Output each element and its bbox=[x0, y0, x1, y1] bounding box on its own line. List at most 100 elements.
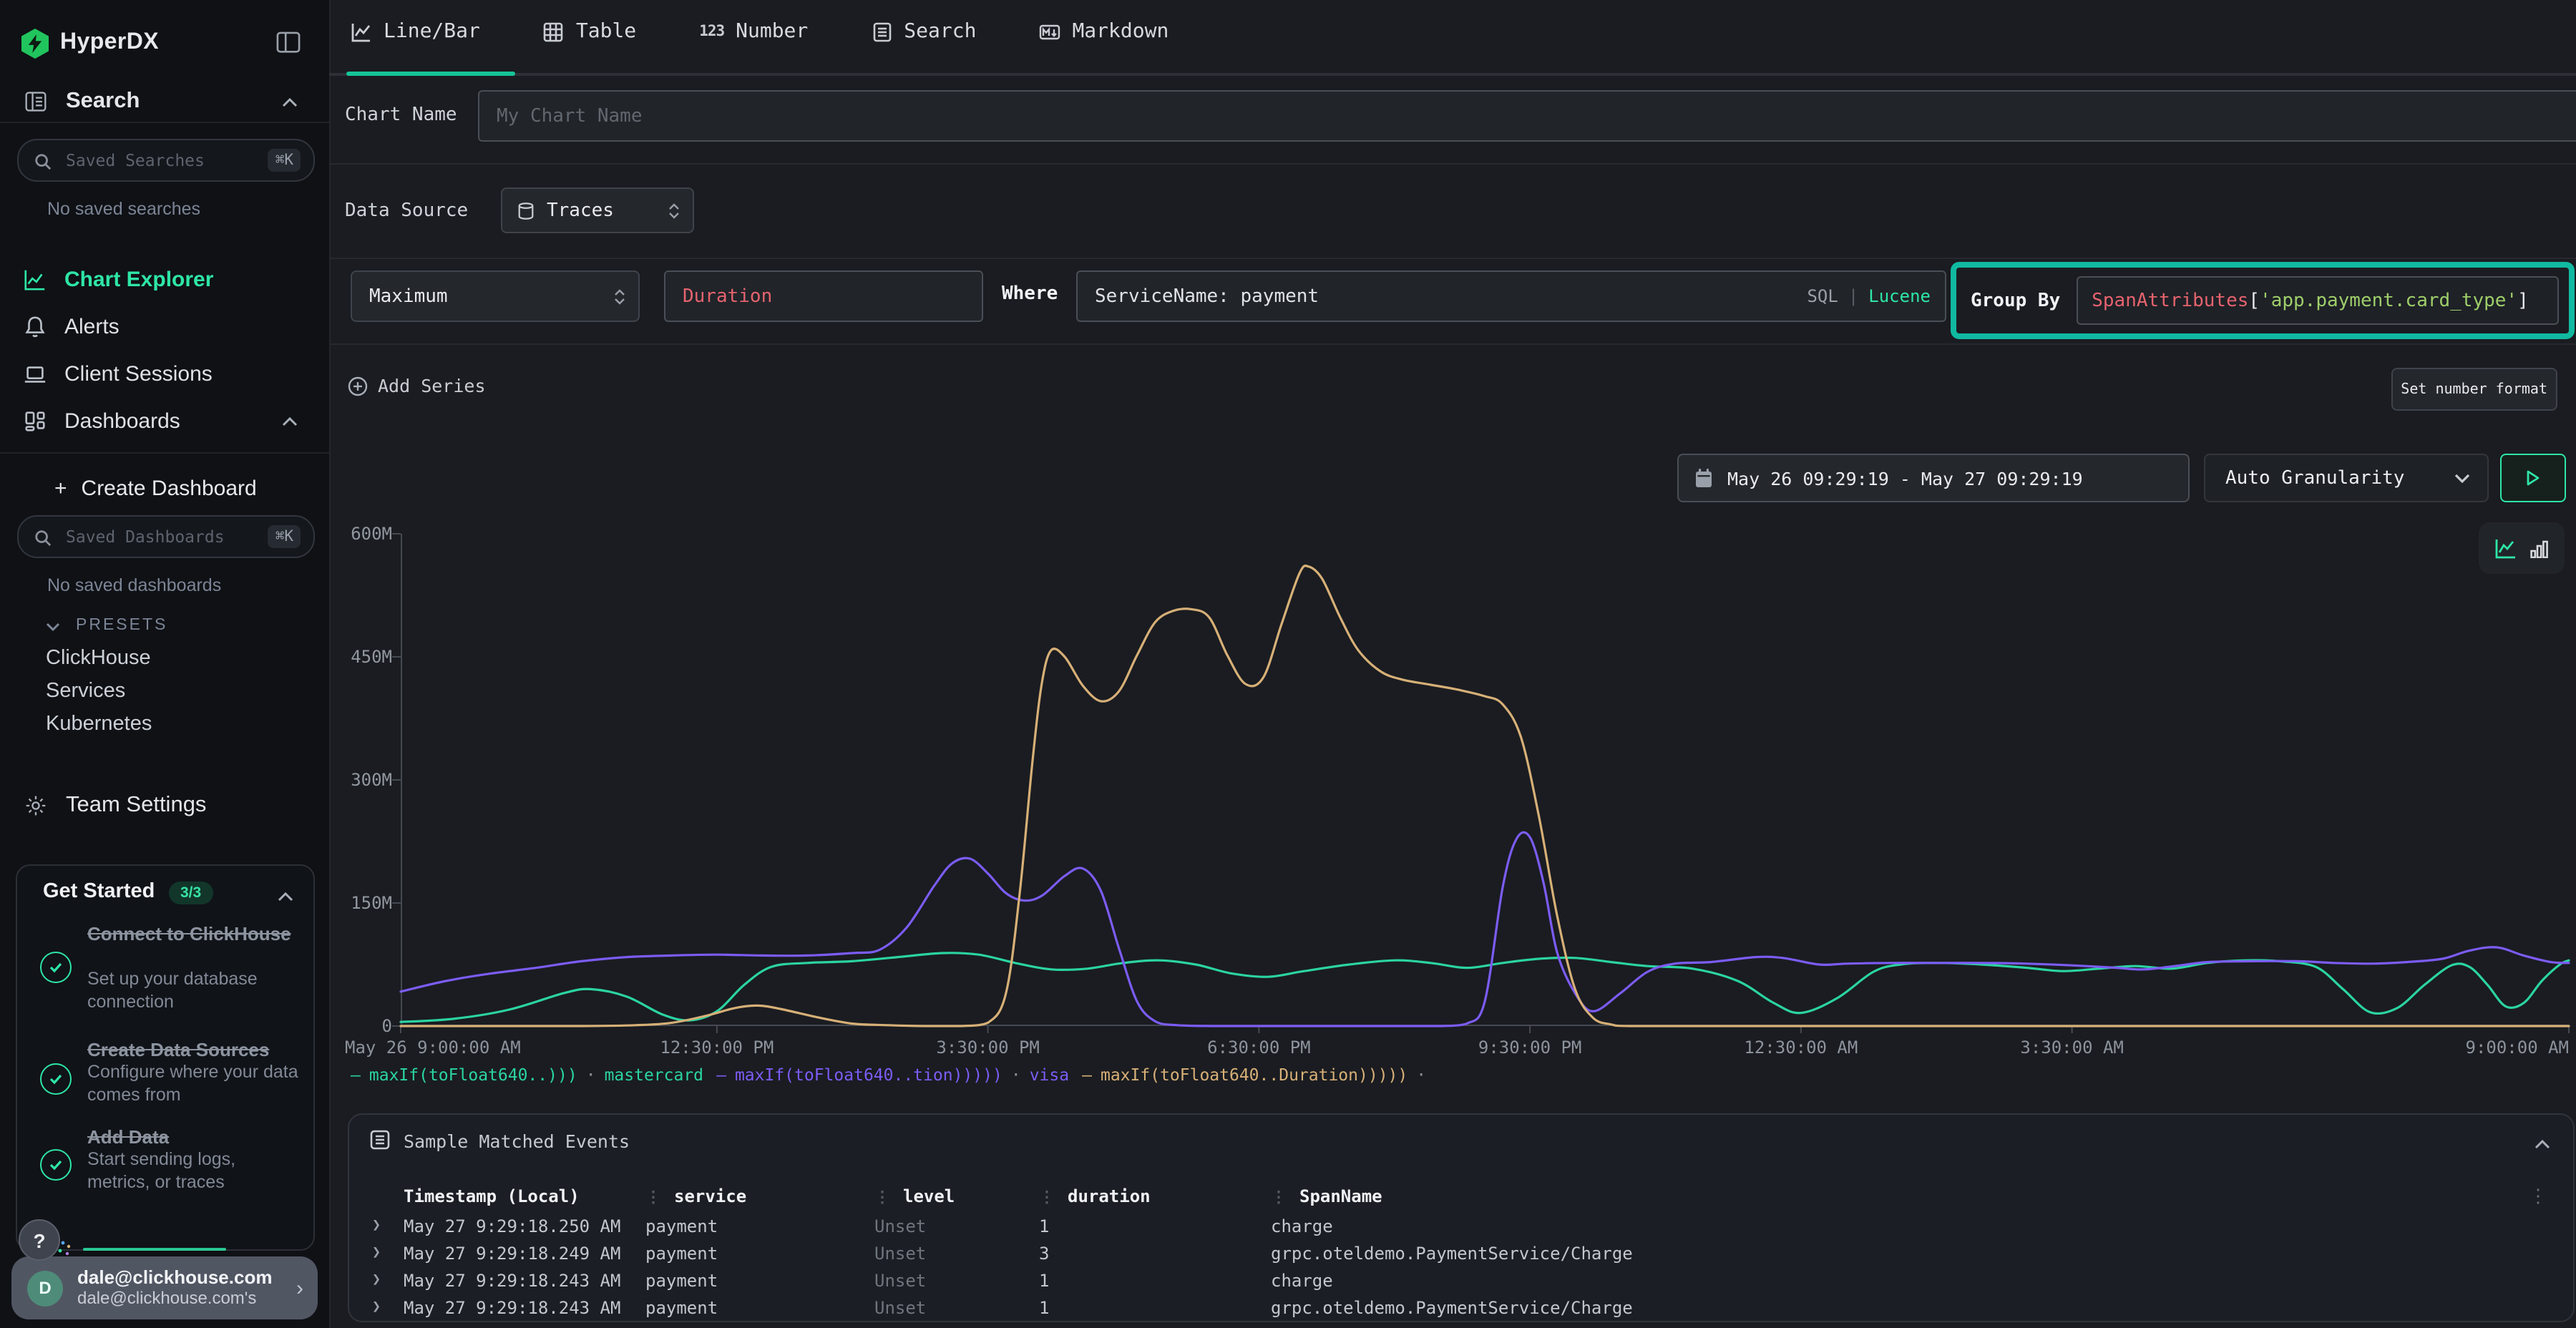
data-source-select[interactable]: Traces bbox=[501, 187, 694, 233]
sidebar-item-dashboards[interactable]: Dashboards bbox=[0, 405, 329, 436]
column-header-timestamp[interactable]: Timestamp (Local) bbox=[404, 1186, 645, 1206]
add-series-button[interactable]: Add Series bbox=[348, 375, 486, 396]
granularity-select[interactable]: Auto Granularity bbox=[2204, 454, 2489, 502]
x-axis-tick-label: 3:30:00 AM bbox=[2020, 1038, 2124, 1058]
date-range-picker[interactable]: May 26 09:29:19 - May 27 09:29:19 bbox=[1677, 454, 2190, 502]
add-series-label: Add Series bbox=[378, 375, 486, 396]
table-row[interactable]: ❯ May 27 9:29:18.243 AM payment Unset 1 … bbox=[349, 1266, 2539, 1294]
sample-matched-events-panel: Sample Matched Events ⋮ Timestamp (Local… bbox=[348, 1113, 2575, 1322]
tab-number[interactable]: 123 Number bbox=[699, 20, 808, 43]
bracket-close: ] bbox=[2517, 290, 2529, 311]
lucene-toggle[interactable]: Lucene bbox=[1868, 286, 1931, 306]
chart-name-input[interactable] bbox=[478, 90, 2576, 142]
get-started-item[interactable]: Connect to ClickHouse Set up your databa… bbox=[17, 917, 313, 1043]
chart-controls-row: May 26 09:29:19 - May 27 09:29:19 Auto G… bbox=[329, 454, 2576, 502]
row-expand-icon[interactable]: ❯ bbox=[349, 1245, 404, 1261]
preset-clickhouse[interactable]: ClickHouse bbox=[46, 647, 151, 670]
sidebar-item-alerts[interactable]: Alerts bbox=[0, 311, 329, 342]
chevron-right-icon: › bbox=[296, 1276, 303, 1300]
chevron-up-icon[interactable] bbox=[282, 89, 298, 114]
timeseries-chart[interactable]: 0150M300M450M600M May 26 9:00:00 AM12:30… bbox=[329, 534, 2576, 1078]
column-header-level[interactable]: ⋮level bbox=[874, 1186, 1039, 1206]
group-by-input[interactable]: SpanAttributes['app.payment.card_type'] bbox=[2076, 276, 2559, 325]
legend-item-mastercard[interactable]: — maxIf(toFloat640..))) · mastercard bbox=[351, 1065, 703, 1085]
table-row[interactable]: ❯ May 27 9:29:18.243 AM payment Unset 1 … bbox=[349, 1294, 2539, 1321]
sidebar-item-chart-explorer[interactable]: Chart Explorer bbox=[0, 263, 329, 295]
granularity-value: Auto Granularity bbox=[2225, 467, 2404, 489]
tab-search[interactable]: Search bbox=[871, 20, 976, 43]
help-button[interactable]: ? bbox=[19, 1219, 60, 1261]
column-grip-icon[interactable]: ⋮ bbox=[1039, 1188, 1055, 1206]
column-grip-icon[interactable]: ⋮ bbox=[1271, 1188, 1287, 1206]
sidebar: HyperDX Search ⌘K No saved searches bbox=[0, 0, 331, 1328]
user-menu[interactable]: D dale@clickhouse.com dale@clickhouse.co… bbox=[11, 1256, 318, 1319]
sidebar-item-label: Chart Explorer bbox=[64, 267, 213, 291]
chevron-up-icon[interactable] bbox=[282, 408, 298, 434]
legend-separator: · bbox=[1416, 1065, 1426, 1085]
tab-line-bar[interactable]: Line/Bar bbox=[351, 20, 480, 43]
series-row: Maximum Duration Where ServiceName: paym… bbox=[329, 270, 2576, 322]
play-icon bbox=[2526, 469, 2540, 487]
saved-dashboards-search[interactable]: ⌘K bbox=[17, 515, 315, 558]
cell-timestamp: May 27 9:29:18.250 AM bbox=[404, 1216, 645, 1236]
column-header-duration[interactable]: ⋮duration bbox=[1039, 1186, 1271, 1206]
set-number-format-button[interactable]: Set number format bbox=[2391, 368, 2557, 411]
legend-dash: — bbox=[351, 1065, 361, 1085]
y-axis-tick-label: 150M bbox=[329, 893, 392, 913]
get-started-item[interactable]: Create Data Sources Configure where your… bbox=[17, 1046, 313, 1132]
preset-services[interactable]: Services bbox=[46, 680, 125, 703]
add-series-row: Add Series Set number format bbox=[351, 368, 2562, 411]
sidebar-item-team-settings[interactable]: Team Settings bbox=[0, 790, 329, 821]
where-input[interactable]: ServiceName: payment SQL | Lucene bbox=[1076, 270, 1946, 322]
run-query-button[interactable] bbox=[2500, 454, 2566, 502]
cell-duration: 1 bbox=[1039, 1216, 1271, 1236]
get-started-item-title: Connect to ClickHouse bbox=[87, 923, 296, 944]
create-dashboard-button[interactable]: + Create Dashboard bbox=[54, 477, 257, 501]
table-row[interactable]: ❯ May 27 9:29:18.250 AM payment Unset 1 … bbox=[349, 1212, 2539, 1239]
get-started-item-title: Create Data Sources bbox=[87, 1039, 296, 1060]
sidebar-item-client-sessions[interactable]: Client Sessions bbox=[0, 358, 329, 389]
cell-duration: 1 bbox=[1039, 1270, 1271, 1290]
get-started-item[interactable]: Add Data Start sending logs, metrics, or… bbox=[17, 1132, 313, 1218]
column-header-service[interactable]: ⋮service bbox=[645, 1186, 874, 1206]
group-by-highlight: Group By SpanAttributes['app.payment.car… bbox=[1951, 262, 2575, 339]
sidebar-collapse-icon[interactable] bbox=[276, 31, 301, 53]
legend-separator: · bbox=[1011, 1065, 1021, 1085]
screen: HyperDX Search ⌘K No saved searches bbox=[0, 0, 2576, 1328]
tab-table[interactable]: Table bbox=[543, 20, 636, 43]
row-expand-icon[interactable]: ❯ bbox=[349, 1299, 404, 1315]
preset-kubernetes[interactable]: Kubernetes bbox=[46, 713, 152, 736]
events-header[interactable]: Sample Matched Events bbox=[349, 1115, 2573, 1166]
sidebar-section-search[interactable]: Search bbox=[0, 86, 329, 117]
create-dashboard-label: Create Dashboard bbox=[82, 477, 257, 501]
legend-item-unset-group[interactable]: — maxIf(toFloat640..Duration))))) · bbox=[1082, 1065, 1435, 1085]
legend-group: visa bbox=[1030, 1065, 1069, 1085]
tab-markdown[interactable]: Markdown bbox=[1039, 20, 1169, 43]
x-axis-tick-label: 12:30:00 PM bbox=[660, 1038, 774, 1058]
saved-dashboards-input[interactable] bbox=[63, 525, 238, 548]
dashboards-icon bbox=[23, 409, 47, 433]
number-123-icon: 123 bbox=[699, 23, 724, 40]
chevron-up-icon[interactable] bbox=[278, 883, 293, 909]
search-icon bbox=[34, 528, 52, 545]
aggregation-select[interactable]: Maximum bbox=[351, 270, 640, 322]
field-input[interactable]: Duration bbox=[664, 270, 983, 322]
sql-toggle[interactable]: SQL bbox=[1807, 286, 1838, 306]
table-row[interactable]: ❯ May 27 9:29:18.249 AM payment Unset 3 … bbox=[349, 1239, 2539, 1266]
saved-searches-search[interactable]: ⌘K bbox=[17, 139, 315, 182]
data-source-label: Data Source bbox=[345, 200, 468, 222]
query-language-toggle: SQL | Lucene bbox=[1807, 286, 1931, 306]
column-grip-icon[interactable]: ⋮ bbox=[874, 1188, 890, 1206]
chevron-up-icon[interactable] bbox=[2534, 1131, 2550, 1156]
presets-toggle[interactable]: PRESETS bbox=[46, 612, 167, 638]
cell-spanname: grpc.oteldemo.PaymentService/Charge bbox=[1271, 1297, 2539, 1317]
column-grip-icon[interactable]: ⋮ bbox=[645, 1188, 661, 1206]
column-header-spanname[interactable]: ⋮SpanName bbox=[1271, 1186, 2539, 1206]
row-expand-icon[interactable]: ❯ bbox=[349, 1272, 404, 1288]
row-expand-icon[interactable]: ❯ bbox=[349, 1218, 404, 1234]
group-by-label: Group By bbox=[1971, 290, 2060, 311]
legend-group: mastercard bbox=[605, 1065, 704, 1085]
tab-label: Markdown bbox=[1072, 20, 1169, 43]
saved-searches-input[interactable] bbox=[63, 149, 238, 172]
legend-item-visa[interactable]: — maxIf(toFloat640..tion))))) · visa bbox=[716, 1065, 1069, 1085]
